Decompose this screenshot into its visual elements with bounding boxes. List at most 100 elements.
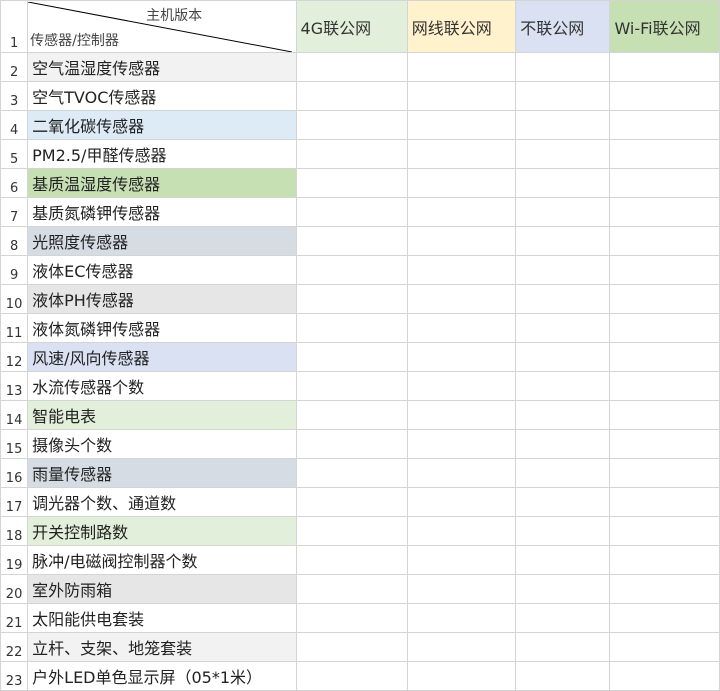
row-number[interactable]: 21 [0, 603, 29, 633]
empty-cell[interactable] [406, 342, 517, 372]
empty-cell[interactable] [609, 429, 720, 459]
empty-cell[interactable] [295, 545, 408, 575]
empty-cell[interactable] [406, 545, 517, 575]
empty-cell[interactable] [295, 81, 408, 111]
empty-cell[interactable] [515, 516, 611, 546]
row-number[interactable]: 6 [0, 168, 29, 198]
sensor-name-cell[interactable]: 风速/风向传感器 [27, 342, 297, 372]
empty-cell[interactable] [609, 371, 720, 401]
empty-cell[interactable] [406, 632, 517, 662]
row-number[interactable]: 19 [0, 545, 29, 575]
empty-cell[interactable] [609, 226, 720, 256]
row-number[interactable]: 12 [0, 342, 29, 372]
row-number[interactable]: 17 [0, 487, 29, 517]
empty-cell[interactable] [406, 226, 517, 256]
empty-cell[interactable] [609, 197, 720, 227]
empty-cell[interactable] [295, 52, 408, 82]
empty-cell[interactable] [406, 284, 517, 314]
empty-cell[interactable] [515, 313, 611, 343]
empty-cell[interactable] [609, 603, 720, 633]
row-number[interactable]: 5 [0, 139, 29, 169]
empty-cell[interactable] [406, 81, 517, 111]
column-header-offline[interactable]: 不联公网 [515, 0, 611, 53]
sensor-name-cell[interactable]: 太阳能供电套装 [27, 603, 297, 633]
empty-cell[interactable] [515, 255, 611, 285]
row-number[interactable]: 10 [0, 284, 29, 314]
empty-cell[interactable] [295, 284, 408, 314]
empty-cell[interactable] [406, 661, 517, 691]
empty-cell[interactable] [515, 661, 611, 691]
empty-cell[interactable] [406, 255, 517, 285]
empty-cell[interactable] [295, 603, 408, 633]
row-number[interactable]: 3 [0, 81, 29, 111]
empty-cell[interactable] [515, 342, 611, 372]
empty-cell[interactable] [406, 52, 517, 82]
empty-cell[interactable] [406, 429, 517, 459]
sensor-name-cell[interactable]: 雨量传感器 [27, 458, 297, 488]
row-number[interactable]: 13 [0, 371, 29, 401]
sensor-name-cell[interactable]: 液体氮磷钾传感器 [27, 313, 297, 343]
empty-cell[interactable] [609, 400, 720, 430]
empty-cell[interactable] [515, 632, 611, 662]
empty-cell[interactable] [609, 545, 720, 575]
empty-cell[interactable] [515, 400, 611, 430]
empty-cell[interactable] [406, 487, 517, 517]
column-header-4g[interactable]: 4G联公网 [295, 0, 408, 53]
empty-cell[interactable] [295, 313, 408, 343]
row-number[interactable]: 18 [0, 516, 29, 546]
sensor-name-cell[interactable]: 智能电表 [27, 400, 297, 430]
empty-cell[interactable] [295, 342, 408, 372]
empty-cell[interactable] [609, 516, 720, 546]
empty-cell[interactable] [609, 168, 720, 198]
row-number[interactable]: 8 [0, 226, 29, 256]
row-number[interactable]: 16 [0, 458, 29, 488]
column-header-ethernet[interactable]: 网线联公网 [406, 0, 517, 53]
empty-cell[interactable] [295, 487, 408, 517]
empty-cell[interactable] [515, 284, 611, 314]
row-number[interactable]: 14 [0, 400, 29, 430]
empty-cell[interactable] [406, 400, 517, 430]
sensor-name-cell[interactable]: 脉冲/电磁阀控制器个数 [27, 545, 297, 575]
empty-cell[interactable] [295, 632, 408, 662]
row-number[interactable]: 1 [0, 0, 29, 53]
empty-cell[interactable] [295, 255, 408, 285]
sensor-name-cell[interactable]: 摄像头个数 [27, 429, 297, 459]
empty-cell[interactable] [406, 197, 517, 227]
sensor-name-cell[interactable]: 二氧化碳传感器 [27, 110, 297, 140]
sensor-name-cell[interactable]: 液体PH传感器 [27, 284, 297, 314]
empty-cell[interactable] [295, 110, 408, 140]
empty-cell[interactable] [609, 342, 720, 372]
row-number[interactable]: 9 [0, 255, 29, 285]
empty-cell[interactable] [609, 110, 720, 140]
empty-cell[interactable] [295, 226, 408, 256]
row-number[interactable]: 4 [0, 110, 29, 140]
empty-cell[interactable] [515, 371, 611, 401]
empty-cell[interactable] [515, 429, 611, 459]
sensor-name-cell[interactable]: 调光器个数、通道数 [27, 487, 297, 517]
sensor-name-cell[interactable]: 水流传感器个数 [27, 371, 297, 401]
empty-cell[interactable] [515, 110, 611, 140]
empty-cell[interactable] [406, 458, 517, 488]
sensor-name-cell[interactable]: 空气TVOC传感器 [27, 81, 297, 111]
empty-cell[interactable] [406, 516, 517, 546]
empty-cell[interactable] [609, 632, 720, 662]
empty-cell[interactable] [515, 574, 611, 604]
row-number[interactable]: 22 [0, 632, 29, 662]
row-number[interactable]: 23 [0, 661, 29, 691]
empty-cell[interactable] [295, 516, 408, 546]
empty-cell[interactable] [295, 574, 408, 604]
empty-cell[interactable] [515, 81, 611, 111]
sensor-name-cell[interactable]: 光照度传感器 [27, 226, 297, 256]
empty-cell[interactable] [515, 139, 611, 169]
row-number[interactable]: 11 [0, 313, 29, 343]
empty-cell[interactable] [609, 255, 720, 285]
sensor-name-cell[interactable]: 立杆、支架、地笼套装 [27, 632, 297, 662]
sensor-name-cell[interactable]: 室外防雨箱 [27, 574, 297, 604]
empty-cell[interactable] [295, 400, 408, 430]
sensor-name-cell[interactable]: 户外LED单色显示屏（05*1米） [27, 661, 297, 691]
empty-cell[interactable] [515, 487, 611, 517]
empty-cell[interactable] [406, 371, 517, 401]
empty-cell[interactable] [515, 545, 611, 575]
empty-cell[interactable] [295, 168, 408, 198]
empty-cell[interactable] [295, 139, 408, 169]
